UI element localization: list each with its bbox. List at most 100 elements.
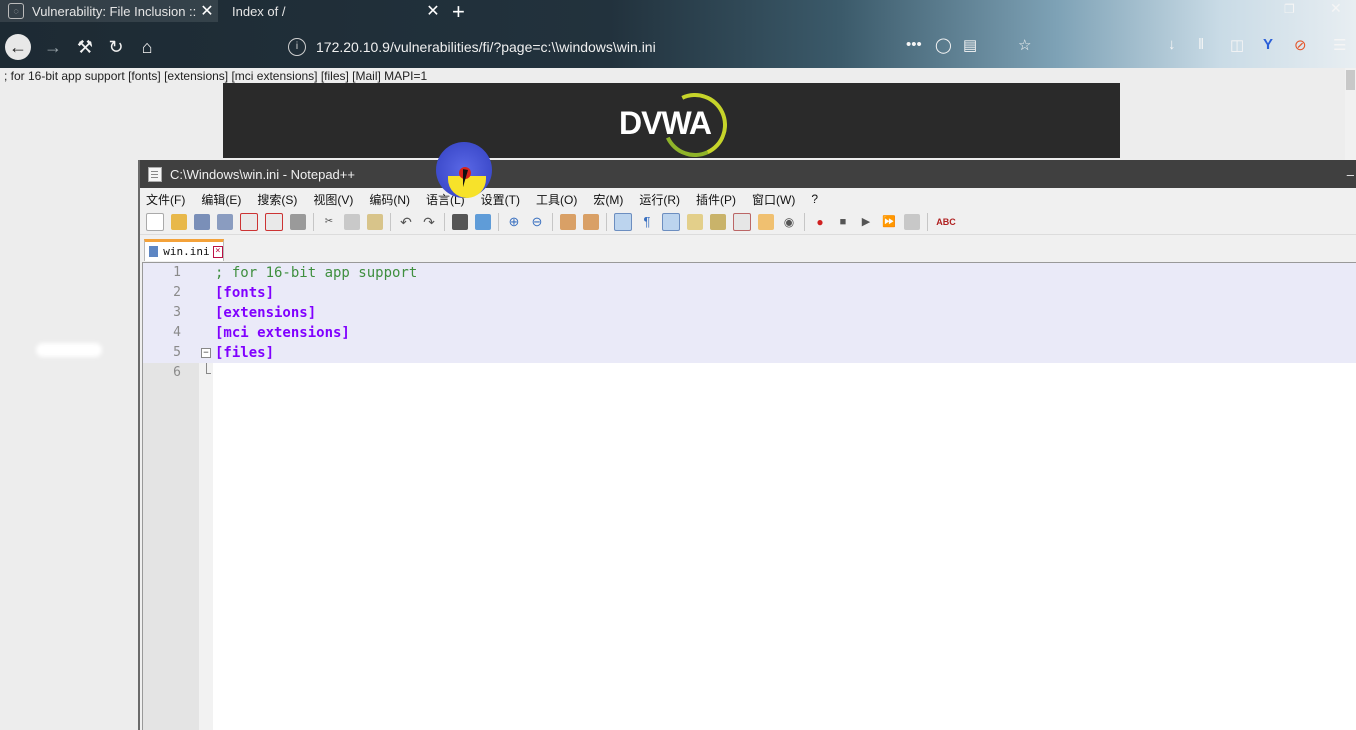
forward-button[interactable]: → (40, 34, 66, 60)
close-all-icon[interactable] (265, 213, 283, 231)
home-button[interactable]: ⌂ (134, 34, 160, 60)
menu-bar: 文件(F) 编辑(E) 搜索(S) 视图(V) 编码(N) 语言(L) 设置(T… (140, 188, 1356, 210)
browser-toolbar: ◌ Vulnerability: File Inclusion :: ✕ Ind… (0, 0, 1356, 68)
menu-view[interactable]: 视图(V) (313, 191, 353, 208)
function-list-icon[interactable] (733, 213, 751, 231)
download-icon[interactable]: ↓ (1168, 36, 1176, 53)
menu-macro[interactable]: 宏(M) (593, 191, 623, 208)
line-text: [mci extensions] (215, 325, 350, 341)
find-icon[interactable] (452, 214, 468, 230)
menu-file[interactable]: 文件(F) (146, 191, 185, 208)
redo-icon[interactable]: ↷ (421, 214, 437, 230)
record-macro-icon[interactable]: ● (812, 214, 828, 230)
save-icon[interactable] (194, 214, 210, 230)
notepad-app-icon (148, 166, 162, 182)
editor-line: 6 (143, 363, 1356, 383)
library-icon[interactable]: ‖ (1198, 36, 1204, 53)
editor-line: 2 [fonts] (143, 283, 1356, 303)
saved-state-icon (149, 246, 159, 257)
replace-icon[interactable] (475, 214, 491, 230)
line-number: 2 (173, 285, 181, 300)
new-file-icon[interactable] (146, 213, 164, 231)
open-file-icon[interactable] (171, 214, 187, 230)
toolbar-separator (390, 213, 391, 231)
line-number: 3 (173, 305, 181, 320)
close-tab-icon[interactable]: ✕ (196, 1, 218, 21)
stop-macro-icon[interactable]: ■ (835, 214, 851, 230)
cut-icon[interactable]: ✂ (321, 214, 337, 230)
editor-line: 3 [extensions] (143, 303, 1356, 323)
menu-window[interactable]: 窗口(W) (752, 191, 795, 208)
toolbar-separator (606, 213, 607, 231)
fold-end-marker (206, 363, 207, 373)
url-text: 172.20.10.9/vulnerabilities/fi/?page=c:\… (316, 39, 656, 55)
menu-icon[interactable]: ☰ (1333, 36, 1346, 54)
sidebar-icon[interactable]: ◫ (1230, 36, 1244, 54)
sync-horizontal-icon[interactable] (583, 214, 599, 230)
editor-area[interactable]: 1 ; for 16-bit app support 2 [fonts] 3 [… (142, 262, 1356, 730)
close-tab-icon[interactable]: ✕ (422, 1, 444, 21)
line-text: ; for 16-bit app support (215, 265, 418, 281)
line-text: [files] (215, 345, 275, 361)
doc-map-icon[interactable] (710, 214, 726, 230)
notepad-window: C:\Windows\win.ini - Notepad++ – 文件(F) 编… (138, 160, 1356, 730)
show-all-chars-icon[interactable]: ¶ (639, 214, 655, 230)
menu-encoding[interactable]: 编码(N) (369, 191, 410, 208)
close-file-icon[interactable] (240, 213, 258, 231)
more-actions-icon[interactable]: ••• (906, 36, 922, 53)
menu-tools[interactable]: 工具(O) (536, 191, 577, 208)
page-favicon-icon: ◌ (8, 3, 24, 19)
tool-bar: ✂ ↶ ↷ ⊕ ⊖ ¶ ◉ ● ■ ▶ ⏩ ABC (140, 210, 1356, 235)
udl-icon[interactable] (687, 214, 703, 230)
fold-collapse-icon[interactable]: − (201, 348, 211, 358)
paste-icon[interactable] (367, 214, 383, 230)
monitoring-eye-icon[interactable]: ◉ (781, 214, 797, 230)
close-window-icon[interactable]: ✕ (1330, 0, 1342, 17)
play-macro-icon[interactable]: ▶ (858, 214, 874, 230)
sync-vertical-icon[interactable] (560, 214, 576, 230)
menu-help[interactable]: ? (811, 192, 818, 206)
extension-y-icon[interactable]: Y (1263, 36, 1273, 53)
tab-file-inclusion[interactable]: ◌ Vulnerability: File Inclusion :: ✕ (0, 0, 218, 22)
copy-icon[interactable] (344, 214, 360, 230)
scrollbar-thumb[interactable] (1346, 70, 1355, 90)
file-inclusion-output: ; for 16-bit app support [fonts] [extens… (4, 69, 428, 83)
new-tab-button[interactable]: + (452, 0, 465, 25)
folder-workspace-icon[interactable] (758, 214, 774, 230)
tab-title: Index of / (232, 3, 286, 19)
print-icon[interactable] (290, 214, 306, 230)
window-titlebar[interactable]: C:\Windows\win.ini - Notepad++ – (140, 160, 1356, 188)
menu-plugins[interactable]: 插件(P) (696, 191, 736, 208)
line-number: 6 (173, 365, 181, 380)
save-macro-icon[interactable] (904, 214, 920, 230)
restore-window-icon[interactable]: ❐ (1284, 2, 1295, 16)
menu-run[interactable]: 运行(R) (639, 191, 680, 208)
reader-view-icon[interactable]: ▤ (963, 36, 977, 54)
minimize-icon[interactable]: – (1347, 167, 1354, 182)
menu-settings[interactable]: 设置(T) (481, 191, 520, 208)
close-document-icon[interactable]: × (212, 245, 223, 258)
reload-button[interactable]: ↻ (103, 34, 129, 60)
save-all-icon[interactable] (217, 214, 233, 230)
menu-search[interactable]: 搜索(S) (257, 191, 297, 208)
spell-check-icon[interactable]: ABC (935, 214, 957, 230)
tab-index-of[interactable]: Index of / ✕ (222, 0, 444, 22)
zoom-out-icon[interactable]: ⊖ (529, 214, 545, 230)
undo-icon[interactable]: ↶ (398, 214, 414, 230)
run-macro-multiple-icon[interactable]: ⏩ (881, 214, 897, 230)
indent-guide-icon[interactable] (662, 213, 680, 231)
toolbar-separator (313, 213, 314, 231)
document-tab-win-ini[interactable]: win.ini × (144, 239, 224, 261)
extension-block-icon[interactable]: ⊘ (1294, 36, 1307, 54)
line-number: 4 (173, 325, 181, 340)
wrench-icon[interactable]: ⚒ (72, 34, 98, 60)
pocket-icon[interactable]: ◯ (935, 36, 952, 54)
word-wrap-icon[interactable] (614, 213, 632, 231)
toolbar-separator (444, 213, 445, 231)
address-bar[interactable]: i 172.20.10.9/vulnerabilities/fi/?page=c… (288, 36, 1008, 58)
back-button[interactable]: ← (5, 34, 31, 60)
info-icon[interactable]: i (288, 38, 306, 56)
zoom-in-icon[interactable]: ⊕ (506, 214, 522, 230)
menu-edit[interactable]: 编辑(E) (201, 191, 241, 208)
bookmark-star-icon[interactable]: ☆ (1018, 36, 1031, 54)
